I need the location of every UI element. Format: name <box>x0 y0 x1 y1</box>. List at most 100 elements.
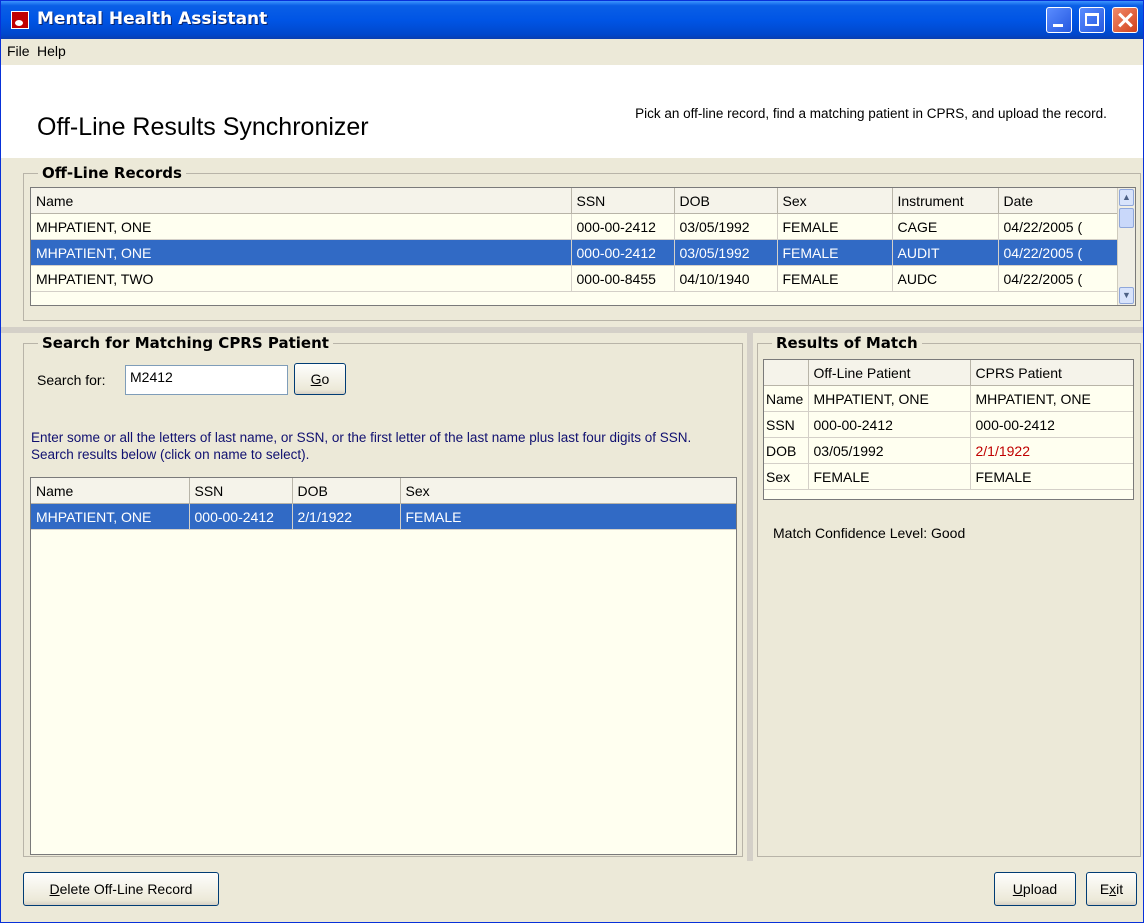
cell-name: MHPATIENT, ONE <box>31 503 190 530</box>
app-window: Mental Health Assistant File Help Off-Li… <box>0 0 1144 923</box>
go-hotkey: G <box>310 371 322 387</box>
cell-name: MHPATIENT, ONE <box>31 213 572 240</box>
horizontal-splitter[interactable] <box>1 327 1143 333</box>
cell-sex: FEMALE <box>400 503 736 530</box>
search-label: Search for: <box>37 372 106 388</box>
upload-label-rest: pload <box>1022 881 1058 897</box>
close-icon[interactable] <box>1112 7 1138 33</box>
exit-button[interactable]: Exit <box>1086 872 1137 906</box>
cell-dob: 04/10/1940 <box>674 265 778 292</box>
match-group-title: Results of Match <box>772 334 922 352</box>
col-dob[interactable]: DOB <box>292 478 401 504</box>
field-label: Name <box>764 385 809 412</box>
upload-hotkey: U <box>1012 881 1023 897</box>
search-group-title: Search for Matching CPRS Patient <box>38 334 333 352</box>
cell-dob: 03/05/1992 <box>674 239 778 266</box>
offline-value: 03/05/1992 <box>808 437 971 464</box>
col-cprs-patient: CPRS Patient <box>970 360 1133 386</box>
scroll-down-icon[interactable]: ▼ <box>1119 287 1134 304</box>
cell-sex: FEMALE <box>777 239 893 266</box>
search-help-text: Enter some or all the letters of last na… <box>31 430 692 462</box>
vertical-splitter[interactable] <box>747 333 753 861</box>
table-row-selected[interactable]: MHPATIENT, ONE 000-00-2412 2/1/1922 FEMA… <box>31 503 736 530</box>
cell-instrument: AUDC <box>892 265 999 292</box>
table-row[interactable]: MHPATIENT, ONE 000-00-2412 03/05/1992 FE… <box>31 213 1120 240</box>
minimize-icon[interactable] <box>1046 7 1072 33</box>
offline-scrollbar[interactable]: ▲ ▼ <box>1117 188 1135 305</box>
cell-date: 04/22/2005 ( <box>998 213 1120 240</box>
cell-ssn: 000-00-2412 <box>571 213 675 240</box>
match-row: SSN 000-00-2412 000-00-2412 <box>764 411 1133 438</box>
cell-ssn: 000-00-8455 <box>571 265 675 292</box>
upload-button[interactable]: Upload <box>994 872 1076 906</box>
col-sex[interactable]: Sex <box>777 188 893 214</box>
match-row: DOB 03/05/1992 2/1/1922 <box>764 437 1133 464</box>
match-confidence: Match Confidence Level: Good <box>773 525 965 541</box>
field-label: Sex <box>764 463 809 490</box>
table-row-selected[interactable]: MHPATIENT, ONE 000-00-2412 03/05/1992 FE… <box>31 239 1120 266</box>
title-bar[interactable]: Mental Health Assistant <box>1 1 1143 39</box>
confidence-label: Match Confidence Level: <box>773 525 928 541</box>
offline-value: 000-00-2412 <box>808 411 971 438</box>
match-row: Name MHPATIENT, ONE MHPATIENT, ONE <box>764 385 1133 412</box>
exit-label-rest: it <box>1116 881 1124 897</box>
delete-offline-record-button[interactable]: Delete Off-Line Record <box>23 872 219 906</box>
instructions-text: Pick an off-line record, find a matching… <box>635 106 1107 121</box>
cell-date: 04/22/2005 ( <box>998 239 1120 266</box>
cell-ssn: 000-00-2412 <box>571 239 675 266</box>
maximize-icon[interactable] <box>1079 7 1105 33</box>
cell-dob: 03/05/1992 <box>674 213 778 240</box>
col-offline-patient: Off-Line Patient <box>808 360 971 386</box>
go-label-rest: o <box>321 371 330 387</box>
cell-instrument: CAGE <box>892 213 999 240</box>
delete-label-rest: elete Off-Line Record <box>59 881 193 897</box>
offline-records-grid: Name SSN DOB Sex Instrument Date MHPATIE… <box>30 187 1136 306</box>
cprs-value: MHPATIENT, ONE <box>970 385 1133 412</box>
col-field <box>764 360 809 386</box>
cell-date: 04/22/2005 ( <box>998 265 1120 292</box>
col-sex[interactable]: Sex <box>400 478 736 504</box>
cprs-value: 000-00-2412 <box>970 411 1133 438</box>
col-ssn[interactable]: SSN <box>571 188 675 214</box>
scroll-up-icon[interactable]: ▲ <box>1119 189 1134 206</box>
window-title: Mental Health Assistant <box>37 9 268 29</box>
offline-records-title: Off-Line Records <box>38 164 186 182</box>
cell-dob: 2/1/1922 <box>292 503 401 530</box>
col-name[interactable]: Name <box>31 478 190 504</box>
field-label: SSN <box>764 411 809 438</box>
cell-name: MHPATIENT, ONE <box>31 239 572 266</box>
col-name[interactable]: Name <box>31 188 572 214</box>
menu-file[interactable]: File <box>7 43 30 59</box>
go-button[interactable]: Go <box>294 363 346 395</box>
header-panel: Off-Line Results Synchronizer Pick an of… <box>1 65 1143 158</box>
cell-ssn: 000-00-2412 <box>189 503 293 530</box>
cell-instrument: AUDIT <box>892 239 999 266</box>
search-input[interactable]: M2412 <box>125 365 288 395</box>
match-row: Sex FEMALE FEMALE <box>764 463 1133 490</box>
menu-help[interactable]: Help <box>37 43 66 59</box>
cell-sex: FEMALE <box>777 265 893 292</box>
match-grid: Off-Line Patient CPRS Patient Name MHPAT… <box>763 359 1134 500</box>
scroll-thumb[interactable] <box>1119 208 1134 228</box>
app-icon[interactable] <box>11 11 29 29</box>
col-dob[interactable]: DOB <box>674 188 778 214</box>
col-ssn[interactable]: SSN <box>189 478 293 504</box>
menu-bar: File Help <box>1 39 1143 65</box>
exit-label-pre: E <box>1099 881 1110 897</box>
cprs-value: FEMALE <box>970 463 1133 490</box>
delete-hotkey: D <box>49 881 60 897</box>
match-header-row: Off-Line Patient CPRS Patient <box>764 360 1133 386</box>
table-row[interactable]: MHPATIENT, TWO 000-00-8455 04/10/1940 FE… <box>31 265 1120 292</box>
cell-name: MHPATIENT, TWO <box>31 265 572 292</box>
field-label: DOB <box>764 437 809 464</box>
col-instrument[interactable]: Instrument <box>892 188 999 214</box>
search-results-grid: Name SSN DOB Sex MHPATIENT, ONE 000-00-2… <box>30 477 737 855</box>
page-title: Off-Line Results Synchronizer <box>37 113 369 141</box>
offline-value: MHPATIENT, ONE <box>808 385 971 412</box>
cell-sex: FEMALE <box>777 213 893 240</box>
col-date[interactable]: Date <box>998 188 1120 214</box>
offline-header-row: Name SSN DOB Sex Instrument Date <box>31 188 1120 214</box>
search-header-row: Name SSN DOB Sex <box>31 478 736 504</box>
offline-value: FEMALE <box>808 463 971 490</box>
cprs-value-mismatch: 2/1/1922 <box>970 437 1133 464</box>
